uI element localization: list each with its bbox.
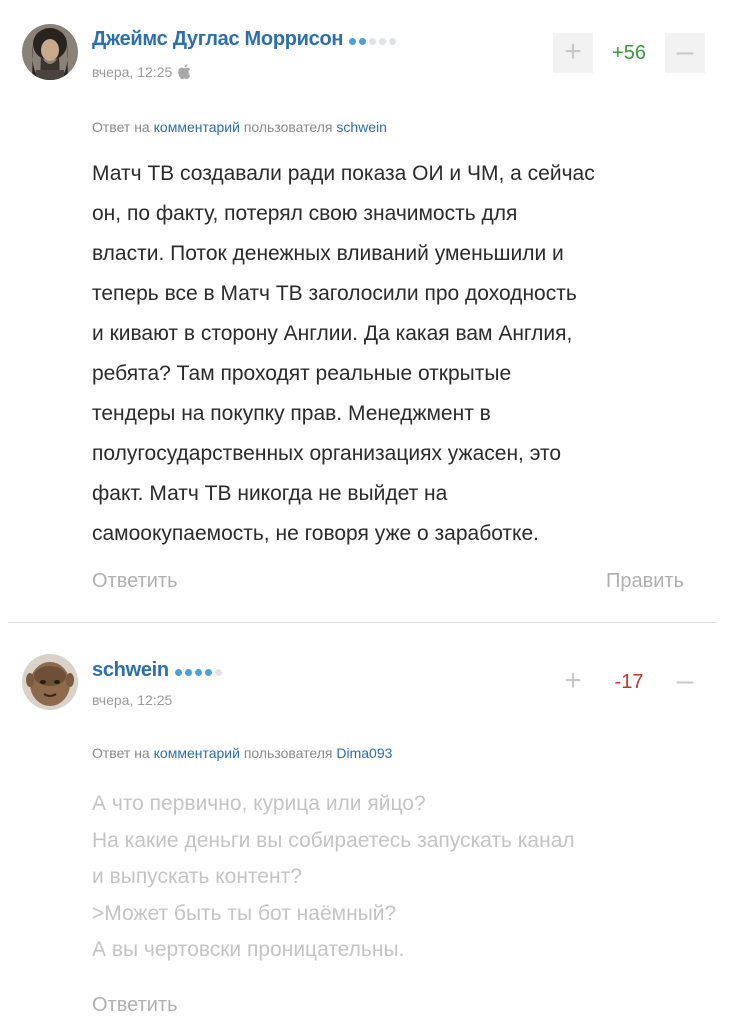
reply-comment-link[interactable]: комментарий [154,119,240,135]
reply-comment-link[interactable]: комментарий [154,745,240,761]
comment-line: полугосударственных организациях ужасен,… [92,442,562,465]
comment-line: А вы чертовски проницательны. [92,938,405,961]
reply-prefix: Ответ на [92,119,150,135]
comment-line: А что первично, курица или яйцо? [92,792,426,815]
comment-text: Матч ТВ создавали ради показа ОИ и ЧМ, а… [92,154,720,554]
comment-line: тендеры на покупку прав. Менеджмент в [92,402,491,425]
author-name[interactable]: schwein [92,659,225,682]
comment-date: вчера, 12:25 [92,692,172,708]
comment-line: и кивают в сторону Англии. Да какая вам … [92,322,573,345]
date-text: вчера, 12:25 [92,64,173,80]
avatar[interactable] [22,654,78,710]
comment-divider [8,622,716,623]
edit-button[interactable]: Править [606,570,684,593]
downvote-button[interactable]: – [665,33,705,73]
comment-line: На какие деньги вы собираетесь запускать… [92,828,575,852]
comment-score: +56 [612,42,646,64]
apple-icon [178,64,191,82]
comment-line: Матч ТВ создавали ради показа ОИ и ЧМ, а… [92,162,595,185]
rating-dots [174,659,225,682]
comment-line: >Может быть ты бот наёмный? [92,901,397,925]
rating-dots [349,28,399,51]
reply-mid-text: пользователя [243,119,333,135]
avatar[interactable] [22,24,78,80]
author-name-text[interactable]: Джеймс Дуглас Моррисон [92,28,343,50]
downvote-button[interactable]: – [665,662,705,702]
reply-user-link[interactable]: schwein [336,119,387,135]
upvote-button[interactable]: + [553,33,593,73]
reply-mid-text: пользователя [243,745,333,761]
comment-line: ребята? Там проходят реальные открытые [92,362,512,385]
comment-line: и выпускать контент? [92,865,302,888]
reply-user-link[interactable]: Dima093 [336,745,392,761]
author-name-text[interactable]: schwein [92,659,169,681]
date-text: вчера, 12:25 [92,692,173,708]
comment-line: власти. Поток денежных вливаний уменьшил… [92,242,564,265]
reply-button[interactable]: Ответить [92,994,178,1017]
comment-line: самоокупаемость, не говоря уже о заработ… [92,522,539,545]
upvote-button[interactable]: + [553,662,593,702]
comment-line: он, по факту, потерял свою значимость дл… [92,202,518,225]
reply-prefix: Ответ на [92,745,150,761]
reply-to-info: Ответ на комментарий пользователя schwei… [92,119,387,135]
comment-date: вчера, 12:25 [92,64,191,82]
reply-button[interactable]: Ответить [92,570,178,593]
comment-text: А что первично, курица или яйцо? На каки… [92,786,720,969]
author-name[interactable]: Джеймс Дуглас Моррисон [92,28,399,51]
reply-to-info: Ответ на комментарий пользователя Dima09… [92,745,392,761]
comment-score: -17 [614,671,644,693]
comment-line: факт. Матч ТВ никогда не выйдет на [92,482,448,505]
comment-line: теперь все в Матч ТВ заголосили про дохо… [92,282,577,305]
